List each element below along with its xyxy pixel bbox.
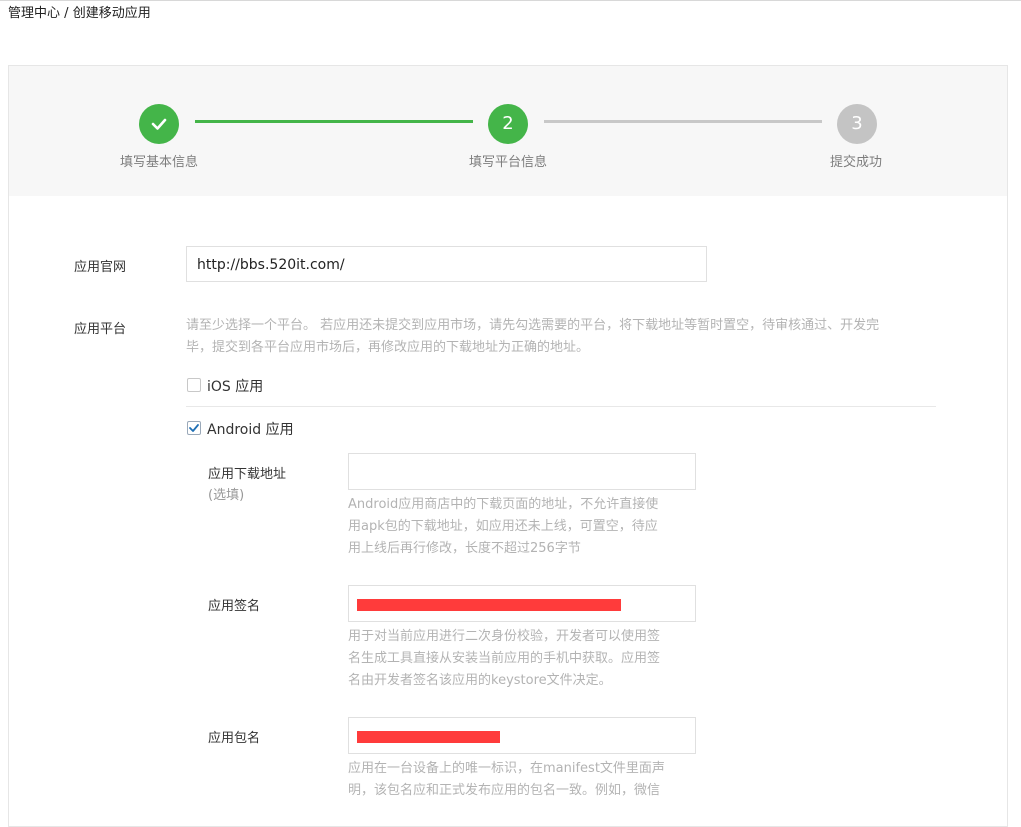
- platform-label: 应用平台: [74, 322, 127, 337]
- ios-checkbox-label[interactable]: iOS 应用: [207, 376, 263, 396]
- download-url-optional: (选填): [208, 488, 245, 503]
- android-checkbox-label[interactable]: Android 应用: [207, 419, 294, 439]
- platform-divider: [186, 406, 936, 407]
- breadcrumb-current: 创建移动应用: [72, 6, 151, 21]
- signature-description: 用于对当前应用进行二次身份校验，开发者可以使用签 名生成工具直接从安装当前应用的…: [348, 629, 661, 688]
- step-line-1: [195, 120, 473, 123]
- check-icon: [151, 118, 167, 130]
- step-line-2: [544, 120, 822, 123]
- step-3-circle: 3: [837, 104, 877, 144]
- step-progress: 2 3 填写基本信息 填写平台信息 提交成功: [9, 66, 1007, 196]
- package-input[interactable]: [348, 717, 696, 754]
- breadcrumb: 管理中心 / 创建移动应用: [8, 2, 151, 21]
- step-1-label: 填写基本信息: [119, 155, 198, 170]
- download-url-description: Android应用商店中的下载页面的地址，不允许直接使 用apk包的下载地址，如…: [348, 497, 659, 556]
- signature-redaction: [357, 599, 621, 611]
- step-2-label: 填写平台信息: [468, 155, 547, 170]
- step-3-label: 提交成功: [829, 155, 882, 170]
- download-url-input[interactable]: [348, 453, 696, 490]
- package-description: 应用在一台设备上的唯一标识，在manifest文件里面声 明，该包名应和正式发布…: [348, 761, 665, 798]
- website-label: 应用官网: [74, 260, 127, 275]
- website-input[interactable]: http://bbs.520it.com/: [186, 246, 707, 282]
- step-1-circle: [139, 104, 179, 144]
- platform-description: 请至少选择一个平台。 若应用还未提交到应用市场，请先勾选需要的平台，将下载地址等…: [186, 318, 880, 355]
- signature-input[interactable]: [348, 585, 696, 622]
- breadcrumb-root[interactable]: 管理中心: [8, 6, 60, 21]
- android-checkbox[interactable]: [187, 421, 201, 435]
- ios-checkbox[interactable]: [187, 378, 201, 392]
- checkmark-icon: [189, 424, 199, 432]
- breadcrumb-separator: /: [64, 6, 69, 21]
- package-label: 应用包名: [208, 731, 261, 746]
- signature-label: 应用签名: [208, 599, 261, 614]
- download-url-label: 应用下载地址: [208, 467, 287, 482]
- form-card: 2 3 填写基本信息 填写平台信息 提交成功 应用官网 http://bbs.5…: [8, 65, 1008, 827]
- top-divider: [0, 0, 1021, 1]
- package-redaction: [357, 731, 500, 743]
- step-2-circle: 2: [488, 104, 528, 144]
